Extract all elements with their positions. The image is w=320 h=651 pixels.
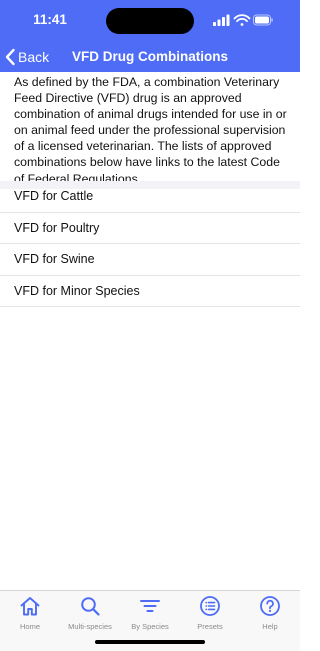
home-icon: [20, 597, 40, 616]
battery-icon: [253, 14, 273, 26]
filter-icon: [140, 600, 160, 612]
list-item-label: VFD for Swine: [14, 252, 95, 266]
signal-icon: [213, 14, 230, 26]
tab-help[interactable]: Help: [240, 595, 300, 631]
tab-presets[interactable]: Presets: [180, 595, 240, 631]
wifi-icon: [233, 14, 251, 26]
home-indicator: [95, 640, 205, 644]
list-item-cattle[interactable]: VFD for Cattle: [0, 181, 300, 213]
help-icon: [260, 596, 280, 616]
tab-by-species[interactable]: By Species: [120, 595, 180, 631]
tab-label-home: Home: [19, 622, 40, 631]
tab-label-help: Help: [262, 622, 278, 631]
back-label: Back: [18, 49, 50, 65]
list-item-minor-species[interactable]: VFD for Minor Species: [0, 276, 300, 307]
back-button[interactable]: Back: [4, 45, 49, 69]
chevron-left-icon: [5, 48, 15, 66]
dynamic-island: [106, 8, 194, 34]
intro-text: As defined by the FDA, a combination Vet…: [14, 75, 287, 186]
vfd-list: VFD for Cattle VFD for Poultry VFD for S…: [0, 181, 300, 307]
search-icon: [81, 597, 100, 616]
list-item-label: VFD for Poultry: [14, 220, 100, 235]
list-item-swine[interactable]: VFD for Swine: [0, 244, 300, 276]
header: 11:41 Back VFD Drug Combinations: [0, 0, 300, 72]
tab-label-multi-species: Multi-species: [68, 622, 112, 631]
list-item-label: VFD for Minor Species: [14, 283, 140, 298]
tab-multi-species[interactable]: Multi-species: [60, 595, 120, 631]
tab-home[interactable]: Home: [0, 595, 60, 631]
status-icons: [212, 12, 274, 28]
list-icon: [200, 596, 220, 616]
page-title: VFD Drug Combinations: [72, 49, 228, 64]
status-time: 11:41: [33, 12, 67, 27]
list-item-label: VFD for Cattle: [14, 189, 94, 203]
navigation-bar: Back VFD Drug Combinations: [0, 44, 300, 70]
list-item-poultry[interactable]: VFD for Poultry: [0, 213, 300, 244]
tab-label-presets: Presets: [197, 622, 223, 631]
tab-label-by-species: By Species: [131, 622, 169, 631]
